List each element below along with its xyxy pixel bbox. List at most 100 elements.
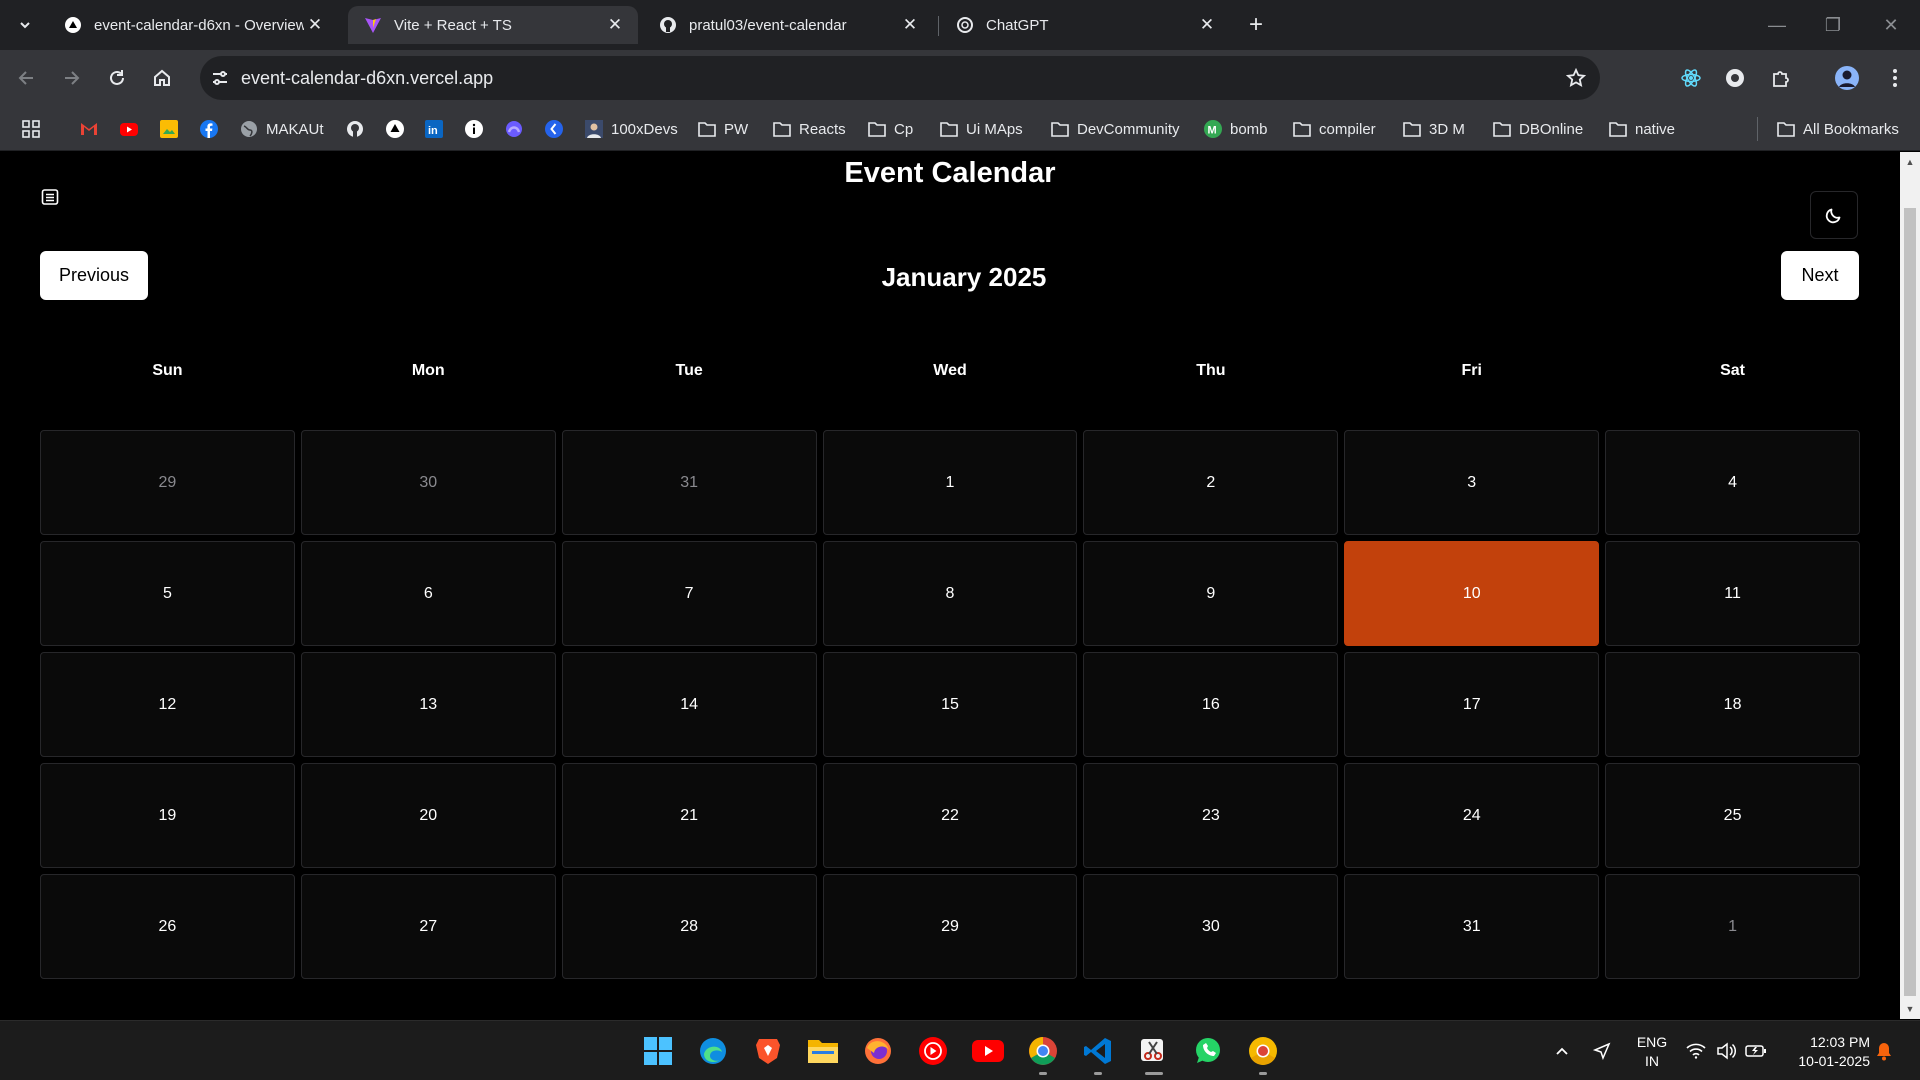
react-devtools-extension[interactable] [1676,63,1706,93]
taskbar-firefox[interactable] [858,1031,898,1071]
tab-github[interactable]: pratul03/event-calendar ✕ [643,6,933,44]
close-tab-icon[interactable]: ✕ [604,14,626,36]
extension-button[interactable] [1720,63,1750,93]
scrollbar-thumb[interactable] [1904,208,1916,996]
calendar-day[interactable]: 20 [300,763,556,868]
bookmark-makaut[interactable]: MAKAUt [240,117,324,141]
bookmark-k[interactable] [545,117,563,141]
bookmark-bomb[interactable]: M bomb [1204,117,1268,141]
taskbar-vscode[interactable] [1078,1031,1118,1071]
calendar-day[interactable]: 28 [561,874,817,979]
taskbar-chrome-canary[interactable] [1243,1031,1283,1071]
bookmark-folder-cp[interactable]: Cp [868,117,913,141]
back-button[interactable] [12,63,42,93]
scroll-up-arrow-icon[interactable]: ▲ [1900,154,1920,170]
calendar-day[interactable]: 6 [300,541,556,646]
close-window-button[interactable]: ✕ [1866,8,1916,42]
calendar-day-outside-month[interactable]: 29 [40,430,295,535]
address-bar[interactable]: event-calendar-d6xn.vercel.app [200,56,1600,100]
all-bookmarks-button[interactable]: All Bookmarks [1777,117,1899,141]
tab-vercel[interactable]: event-calendar-d6xn - Overview ✕ [48,6,338,44]
calendar-day[interactable]: 7 [561,541,817,646]
scroll-down-arrow-icon[interactable]: ▼ [1900,1001,1920,1017]
calendar-day[interactable]: 19 [40,763,295,868]
bookmark-folder-native[interactable]: native [1609,117,1675,141]
taskbar-file-explorer[interactable] [803,1031,843,1071]
reload-button[interactable] [102,63,132,93]
calendar-day[interactable]: 14 [561,652,817,757]
calendar-day[interactable]: 25 [1605,763,1860,868]
calendar-day[interactable]: 23 [1083,763,1339,868]
taskbar-chrome[interactable] [1023,1031,1063,1071]
theme-toggle-button[interactable] [1810,191,1858,239]
bookmark-arc[interactable] [505,117,523,141]
bookmark-folder-compiler[interactable]: compiler [1293,117,1376,141]
notifications-button[interactable] [1872,1039,1896,1063]
calendar-day[interactable]: 21 [561,763,817,868]
bookmark-folder-3dm[interactable]: 3D M [1403,117,1465,141]
close-tab-icon[interactable]: ✕ [304,14,326,36]
calendar-day[interactable]: 18 [1605,652,1860,757]
taskbar-youtube-music[interactable] [913,1031,953,1071]
calendar-day[interactable]: 15 [822,652,1078,757]
show-hidden-icons-button[interactable] [1550,1039,1574,1063]
calendar-day[interactable]: 12 [40,652,295,757]
input-language-indicator[interactable]: ENG IN [1632,1033,1672,1071]
calendar-day[interactable]: 31 [1344,874,1600,979]
calendar-day[interactable]: 4 [1605,430,1860,535]
site-info-icon[interactable] [208,66,232,90]
close-tab-icon[interactable]: ✕ [899,14,921,36]
volume-control[interactable] [1714,1039,1738,1063]
calendar-day[interactable]: 13 [300,652,556,757]
calendar-day[interactable]: 2 [1083,430,1339,535]
calendar-day[interactable]: 26 [40,874,295,979]
new-tab-button[interactable]: + [1243,11,1269,38]
calendar-day[interactable]: 1 [822,430,1078,535]
bookmark-info[interactable] [465,117,483,141]
calendar-day[interactable]: 5 [40,541,295,646]
minimize-button[interactable]: — [1752,8,1802,42]
calendar-day[interactable]: 11 [1605,541,1860,646]
bookmark-folder-ui-maps[interactable]: Ui MAps [940,117,1023,141]
bookmark-facebook[interactable] [200,117,218,141]
close-tab-icon[interactable]: ✕ [1196,14,1218,36]
bookmark-linkedin[interactable]: in [425,117,443,141]
calendar-day[interactable]: 3 [1344,430,1600,535]
bookmark-folder-devcommunity[interactable]: DevCommunity [1051,117,1180,141]
next-month-button[interactable]: Next [1781,251,1859,300]
bookmark-100xdevs[interactable]: 100xDevs [585,117,678,141]
taskbar-edge[interactable] [693,1031,733,1071]
calendar-day[interactable]: 17 [1344,652,1600,757]
calendar-day[interactable]: 30 [1083,874,1339,979]
taskbar-youtube[interactable] [968,1031,1008,1071]
restore-button[interactable]: ❐ [1808,8,1858,42]
calendar-day-today[interactable]: 10 [1344,541,1600,646]
bookmark-photos[interactable] [160,117,178,141]
system-clock[interactable]: 12:03 PM 10-01-2025 [1772,1033,1870,1071]
calendar-day[interactable]: 9 [1083,541,1339,646]
calendar-day-outside-month[interactable]: 30 [300,430,556,535]
taskbar-snipping-tool[interactable] [1133,1031,1173,1071]
bookmark-star-icon[interactable] [1564,66,1588,90]
calendar-day-outside-month[interactable]: 31 [561,430,817,535]
calendar-day[interactable]: 8 [822,541,1078,646]
home-button[interactable] [147,63,177,93]
forward-button[interactable] [56,63,86,93]
calendar-day-outside-month[interactable]: 1 [1605,874,1860,979]
tab-vite[interactable]: Vite + React + TS ✕ [348,6,638,44]
bookmark-gmail[interactable] [80,117,98,141]
taskbar-whatsapp[interactable] [1188,1031,1228,1071]
tab-search-button[interactable] [10,10,40,40]
calendar-day[interactable]: 22 [822,763,1078,868]
browser-menu-button[interactable] [1880,63,1910,93]
tab-chatgpt[interactable]: ChatGPT ✕ [940,6,1230,44]
bookmark-vercel[interactable] [386,117,404,141]
calendar-day[interactable]: 24 [1344,763,1600,868]
windows-start-button[interactable] [638,1031,678,1071]
profile-avatar[interactable] [1832,63,1862,93]
bookmark-youtube[interactable] [120,117,138,141]
bookmark-folder-dbonline[interactable]: DBOnline [1493,117,1583,141]
apps-shortcut[interactable] [22,117,40,141]
page-scrollbar[interactable]: ▲ ▼ [1900,152,1920,1019]
calendar-day[interactable]: 29 [822,874,1078,979]
